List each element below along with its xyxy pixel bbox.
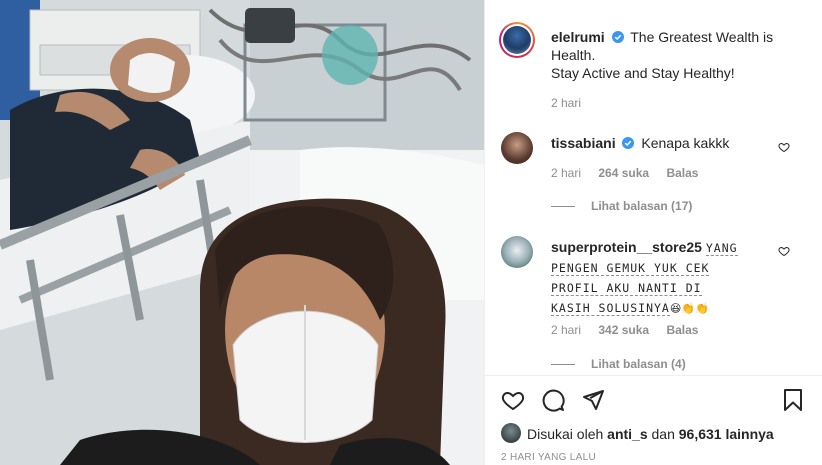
- caption-line-1: The Greatest Wealth is: [630, 29, 774, 45]
- caption-line-3: Stay Active and Stay Healthy!: [551, 65, 735, 81]
- liker-username[interactable]: anti_s: [607, 426, 647, 442]
- comment-2-meta: 2 hari 342 suka Balas: [551, 323, 698, 337]
- bookmark-icon[interactable]: [781, 388, 805, 412]
- view-replies-label: Lihat balasan (17): [591, 199, 693, 213]
- comment-2-likes[interactable]: 342 suka: [598, 323, 649, 337]
- comment-1-meta: 2 hari 264 suka Balas: [551, 166, 698, 180]
- comment-2-view-replies[interactable]: Lihat balasan (4): [551, 357, 686, 371]
- share-icon[interactable]: [581, 388, 605, 412]
- caption: elelrumi The Greatest Wealth is Health. …: [551, 28, 812, 82]
- post-detail-panel: elelrumi The Greatest Wealth is Health. …: [484, 0, 822, 465]
- likes-summary: Disukai oleh anti_s dan 96,631 lainnya: [527, 426, 774, 442]
- comment-2-body: superprotein__store25 YANG PENGEN GEMUK …: [551, 238, 782, 319]
- comment-2-text-line-3: PROFIL AKU NANTI DI: [551, 281, 702, 296]
- comment-2-text-line-2: PENGEN GEMUK YUK CEK: [551, 261, 710, 276]
- post-timestamp[interactable]: 2 HARI YANG LALU: [501, 452, 596, 463]
- comment-2-time[interactable]: 2 hari: [551, 323, 581, 337]
- comment-2-username[interactable]: superprotein__store25: [551, 239, 702, 255]
- heart-icon[interactable]: [501, 388, 525, 412]
- author-username[interactable]: elelrumi: [551, 29, 605, 45]
- caption-line-2: Health.: [551, 47, 596, 63]
- comment-icon[interactable]: [541, 388, 565, 412]
- likes-prefix: Disukai oleh: [527, 426, 604, 442]
- caption-time[interactable]: 2 hari: [551, 96, 581, 110]
- comment-2-text-line-4: KASIH SOLUSINYA: [551, 301, 670, 316]
- comment-2-emoji: 😆👏👏: [669, 303, 709, 315]
- commenter-avatar[interactable]: [501, 132, 533, 164]
- hospital-selfie-image: [0, 0, 484, 465]
- comment-2-reply-button[interactable]: Balas: [666, 323, 698, 337]
- comment-1-username[interactable]: tissabiani: [551, 135, 616, 151]
- comment-1-text: Kenapa kakkk: [641, 135, 730, 151]
- likes-middle: dan: [651, 426, 675, 442]
- verified-badge-icon: [622, 137, 635, 149]
- comment-1-time[interactable]: 2 hari: [551, 166, 581, 180]
- comment-like-heart-icon[interactable]: [778, 245, 790, 257]
- commenter-avatar[interactable]: [501, 236, 533, 268]
- comment-1-reply-button[interactable]: Balas: [666, 166, 698, 180]
- verified-badge-icon: [611, 31, 624, 43]
- post-photo[interactable]: [0, 0, 484, 465]
- likes-count[interactable]: 96,631 lainnya: [679, 426, 774, 442]
- comment-1-likes[interactable]: 264 suka: [598, 166, 649, 180]
- liker-avatar[interactable]: [501, 423, 521, 443]
- comment-2-text-line-1: YANG: [705, 241, 738, 256]
- comment-like-heart-icon[interactable]: [778, 141, 790, 153]
- author-avatar[interactable]: [499, 22, 535, 58]
- view-replies-label: Lihat balasan (4): [591, 357, 686, 371]
- divider: [485, 375, 822, 376]
- comment-1-body: tissabiani Kenapa kakkk: [551, 135, 729, 151]
- comment-1-view-replies[interactable]: Lihat balasan (17): [551, 199, 692, 213]
